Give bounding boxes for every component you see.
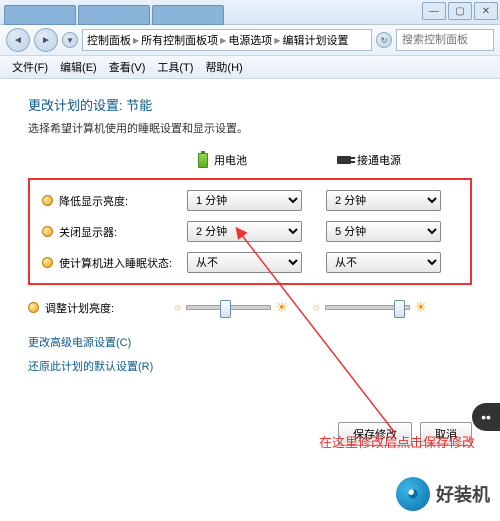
slider-thumb[interactable] <box>220 300 231 318</box>
bullet-icon <box>42 226 53 237</box>
forward-button[interactable]: ► <box>34 28 58 52</box>
bullet-icon <box>28 302 39 313</box>
nav-bar: ◄ ► ▼ 控制面板▶ 所有控制面板项▶ 电源选项▶ 编辑计划设置 ↻ <box>0 25 500 56</box>
floating-widget-button[interactable]: •• <box>472 403 500 431</box>
turnoff-display-plugged-select[interactable]: 5 分钟 <box>326 221 441 242</box>
brightness-plugged-slider[interactable]: ☼ ☀ <box>312 299 427 316</box>
advanced-settings-link[interactable]: 更改高级电源设置(C) <box>28 334 472 350</box>
menu-bar: 文件(F) 编辑(E) 查看(V) 工具(T) 帮助(H) <box>0 56 500 79</box>
watermark-logo-icon <box>396 477 430 511</box>
search-input[interactable] <box>400 33 490 47</box>
page-subtitle: 选择希望计算机使用的睡眠设置和显示设置。 <box>28 120 472 136</box>
column-header-plugged: 接通电源 <box>337 152 452 168</box>
title-bar: — ▢ ✕ <box>0 0 500 25</box>
breadcrumb-item[interactable]: 电源选项 <box>228 32 272 48</box>
dim-display-battery-select[interactable]: 1 分钟 <box>187 190 302 211</box>
watermark: 好装机 <box>396 477 490 511</box>
column-header-battery: 用电池 <box>198 152 313 168</box>
menu-help[interactable]: 帮助(H) <box>201 57 246 77</box>
restore-defaults-link[interactable]: 还原此计划的默认设置(R) <box>28 358 472 374</box>
menu-view[interactable]: 查看(V) <box>105 57 150 77</box>
title-tab[interactable] <box>152 5 224 25</box>
sleep-plugged-select[interactable]: 从不 <box>326 252 441 273</box>
turnoff-display-battery-select[interactable]: 2 分钟 <box>187 221 302 242</box>
annotation-text: 在这里修改后点击保存修改 <box>319 432 475 451</box>
content-area: 更改计划的设置: 节能 选择希望计算机使用的睡眠设置和显示设置。 用电池 接通电… <box>0 79 500 462</box>
sun-small-icon: ☼ <box>312 302 321 313</box>
title-tabs <box>4 5 224 23</box>
page-title: 更改计划的设置: 节能 <box>28 95 472 114</box>
breadcrumb[interactable]: 控制面板▶ 所有控制面板项▶ 电源选项▶ 编辑计划设置 <box>82 29 372 51</box>
row-label-turnoff: 关闭显示器: <box>42 224 187 240</box>
minimize-button[interactable]: — <box>422 2 446 20</box>
maximize-button[interactable]: ▢ <box>448 2 472 20</box>
plug-icon <box>337 156 351 164</box>
title-tab[interactable] <box>78 5 150 25</box>
row-label-brightness: 调整计划亮度: <box>28 300 173 316</box>
chevron-right-icon: ▶ <box>220 36 226 45</box>
sun-small-icon: ☼ <box>173 302 182 313</box>
search-box[interactable] <box>396 29 494 51</box>
menu-tools[interactable]: 工具(T) <box>153 57 197 77</box>
dim-display-plugged-select[interactable]: 2 分钟 <box>326 190 441 211</box>
breadcrumb-item[interactable]: 编辑计划设置 <box>282 32 348 48</box>
row-label-dim: 降低显示亮度: <box>42 193 187 209</box>
menu-edit[interactable]: 编辑(E) <box>56 57 101 77</box>
recent-dropdown[interactable]: ▼ <box>62 32 78 48</box>
menu-file[interactable]: 文件(F) <box>8 57 52 77</box>
close-button[interactable]: ✕ <box>474 2 498 20</box>
back-button[interactable]: ◄ <box>6 28 30 52</box>
chevron-right-icon: ▶ <box>133 36 139 45</box>
refresh-button[interactable]: ↻ <box>376 32 392 48</box>
highlighted-settings-box: 降低显示亮度: 1 分钟 2 分钟 关闭显示器: 2 分钟 5 分钟 使计算机进… <box>28 178 472 285</box>
brightness-battery-slider[interactable]: ☼ ☀ <box>173 299 288 316</box>
breadcrumb-item[interactable]: 所有控制面板项 <box>141 32 218 48</box>
bullet-icon <box>42 257 53 268</box>
slider-thumb[interactable] <box>394 300 405 318</box>
sleep-battery-select[interactable]: 从不 <box>187 252 302 273</box>
bullet-icon <box>42 195 53 206</box>
chevron-right-icon: ▶ <box>274 36 280 45</box>
breadcrumb-item[interactable]: 控制面板 <box>87 32 131 48</box>
sun-large-icon: ☀ <box>275 299 288 316</box>
battery-icon <box>198 153 208 168</box>
row-label-sleep: 使计算机进入睡眠状态: <box>42 255 187 271</box>
title-tab[interactable] <box>4 5 76 25</box>
sun-large-icon: ☀ <box>414 299 427 316</box>
